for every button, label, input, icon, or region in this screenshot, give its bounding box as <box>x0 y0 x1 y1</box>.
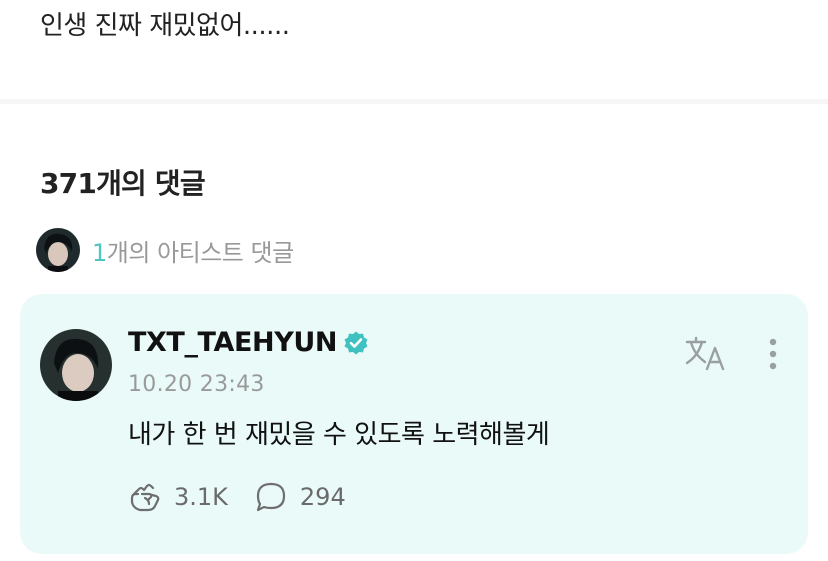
username[interactable]: TXT_TAEHYUN <box>128 327 337 358</box>
more-vertical-icon[interactable] <box>758 336 788 372</box>
artist-comment-suffix: 개의 아티스트 댓글 <box>106 238 294 267</box>
comment-count-number: 371 <box>40 167 97 200</box>
artist-comment-card: TXT_TAEHYUN 10.20 23:43 내가 한 번 재밌을 수 있도록… <box>20 294 808 554</box>
artist-avatar-thumbnail <box>36 228 80 272</box>
comment-timestamp: 10.20 23:43 <box>128 372 265 397</box>
reply-button[interactable]: 294 <box>254 480 346 514</box>
artist-comment-count: 1 <box>92 238 107 267</box>
like-count: 3.1K <box>174 483 228 511</box>
comment-actions: 3.1K 294 <box>128 480 346 514</box>
artist-comments-filter[interactable]: 1개의 아티스트 댓글 <box>36 226 294 274</box>
reply-count: 294 <box>299 483 346 511</box>
avatar[interactable] <box>40 329 112 401</box>
verified-badge-icon <box>343 330 369 356</box>
post-text: 인생 진짜 재밌없어...... <box>40 11 290 41</box>
speech-bubble-icon <box>254 480 288 514</box>
comment-count-suffix: 개의 댓글 <box>96 167 206 200</box>
comment-count: 371개의 댓글 <box>40 162 206 202</box>
section-divider <box>0 99 828 104</box>
comment-text: 내가 한 번 재밌을 수 있도록 노력해볼게 <box>128 420 550 450</box>
like-button[interactable]: 3.1K <box>128 480 228 514</box>
translate-icon[interactable] <box>684 336 728 372</box>
comment-author: TXT_TAEHYUN <box>128 327 369 358</box>
artist-comments-label: 1개의 아티스트 댓글 <box>92 233 294 268</box>
heart-hand-icon <box>128 480 162 514</box>
